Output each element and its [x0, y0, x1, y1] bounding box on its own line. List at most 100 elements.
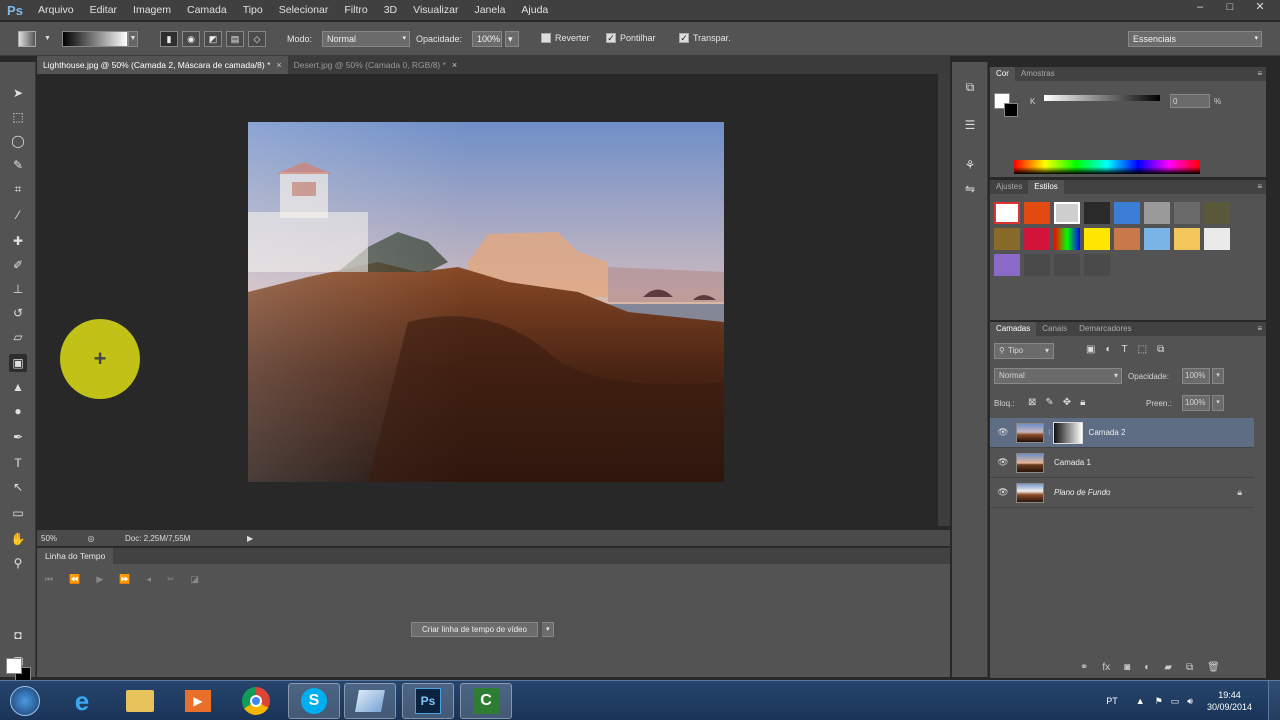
- chevron-down-icon[interactable]: ▾: [541, 622, 555, 637]
- tab-amostras[interactable]: Amostras: [1015, 67, 1061, 81]
- brush-presets-icon[interactable]: ⚘: [962, 158, 978, 174]
- create-video-timeline-button[interactable]: Criar linha de tempo de vídeo: [411, 622, 538, 637]
- lock-position-icon[interactable]: ✥: [1063, 397, 1071, 408]
- eyedropper-tool-icon[interactable]: ⁄: [9, 206, 27, 224]
- timeline-tab[interactable]: Linha do Tempo: [37, 548, 114, 564]
- photoshop-icon[interactable]: Ps: [402, 683, 454, 719]
- menu-imagem[interactable]: Imagem: [125, 0, 179, 20]
- gradient-dropdown[interactable]: ▼: [128, 31, 138, 47]
- tab-ajustes[interactable]: Ajustes: [990, 180, 1028, 194]
- style-swatch[interactable]: [1024, 202, 1050, 224]
- move-tool-icon[interactable]: ➤: [9, 84, 27, 102]
- type-tool-icon[interactable]: T: [9, 454, 27, 472]
- panel-menu-icon[interactable]: ≡: [1257, 182, 1262, 191]
- network-icon[interactable]: ▭: [1171, 696, 1180, 707]
- eraser-tool-icon[interactable]: ▱: [9, 328, 27, 346]
- play-icon[interactable]: ▶: [96, 574, 103, 585]
- clone-stamp-tool-icon[interactable]: ⊥: [9, 280, 27, 298]
- channel-slider[interactable]: [1044, 95, 1160, 101]
- workspace-select[interactable]: Essenciais ▾: [1128, 31, 1262, 47]
- panel-menu-icon[interactable]: ≡: [1257, 69, 1262, 78]
- fill-dropdown[interactable]: ▾: [1212, 395, 1224, 411]
- channel-value-input[interactable]: 0: [1170, 94, 1210, 108]
- layer-row-plano-de-fundo[interactable]: 👁︎ Plano de Fundo 🔒︎: [990, 478, 1254, 508]
- tab-lighthouse[interactable]: Lighthouse.jpg @ 50% (Camada 2, Máscara …: [37, 56, 288, 74]
- style-swatch[interactable]: [1144, 202, 1170, 224]
- clock[interactable]: 19:44 30/09/2014: [1207, 689, 1252, 713]
- brush-tool-icon[interactable]: ✐: [9, 256, 27, 274]
- share-icon[interactable]: ◎: [83, 534, 99, 543]
- tab-cor[interactable]: Cor: [990, 67, 1015, 81]
- show-desktop-button[interactable]: [1268, 681, 1280, 720]
- crop-tool-icon[interactable]: ⌗: [9, 180, 27, 198]
- type-filter-icon[interactable]: T: [1122, 344, 1128, 355]
- radial-gradient-icon[interactable]: ◉: [182, 31, 200, 47]
- tab-demarcadores[interactable]: Demarcadores: [1073, 322, 1137, 336]
- blur-tool-icon[interactable]: ▲: [9, 378, 27, 396]
- menu-tipo[interactable]: Tipo: [235, 0, 271, 20]
- gradient-tool-icon[interactable]: ▣: [9, 354, 27, 372]
- opacity-dropdown[interactable]: ▾: [1212, 368, 1224, 384]
- dither-checkbox[interactable]: ✓ Pontilhar: [606, 33, 656, 43]
- vertical-scrollbar[interactable]: [938, 74, 950, 526]
- linear-gradient-icon[interactable]: ▮: [160, 31, 178, 47]
- lock-image-icon[interactable]: ✎: [1045, 397, 1053, 408]
- ie-icon[interactable]: e: [56, 683, 108, 719]
- fill-input[interactable]: 100%: [1182, 395, 1210, 411]
- skype-icon[interactable]: S: [288, 683, 340, 719]
- media-player-icon[interactable]: ▶: [172, 683, 224, 719]
- pen-tool-icon[interactable]: ✒: [9, 428, 27, 446]
- opacity-input[interactable]: 100%: [1182, 368, 1210, 384]
- dodge-tool-icon[interactable]: ●: [9, 402, 27, 420]
- new-layer-icon[interactable]: ⧉: [1186, 662, 1193, 673]
- style-swatch[interactable]: [994, 254, 1020, 276]
- first-frame-icon[interactable]: ⏮: [45, 574, 53, 585]
- menu-visualizar[interactable]: Visualizar: [405, 0, 466, 20]
- tab-estilos[interactable]: Estilos: [1028, 180, 1064, 194]
- style-swatch[interactable]: [1144, 228, 1170, 250]
- style-swatch[interactable]: [1114, 202, 1140, 224]
- close-window-button[interactable]: ✕: [1252, 0, 1268, 14]
- adjustment-filter-icon[interactable]: ◐: [1105, 344, 1111, 355]
- chrome-icon[interactable]: [230, 683, 282, 719]
- layer-row-camada-1[interactable]: 👁︎ Camada 1: [990, 448, 1254, 478]
- gradient-preview[interactable]: [62, 31, 128, 47]
- style-swatch[interactable]: [1174, 202, 1200, 224]
- menu-editar[interactable]: Editar: [82, 0, 125, 20]
- style-swatch[interactable]: [994, 202, 1020, 224]
- style-swatch[interactable]: [1204, 202, 1230, 224]
- history-icon[interactable]: ⧉: [962, 80, 978, 96]
- style-swatch[interactable]: [1024, 228, 1050, 250]
- style-swatch[interactable]: [1084, 228, 1110, 250]
- style-swatch[interactable]: [1084, 254, 1110, 276]
- minimize-button[interactable]: –: [1192, 0, 1208, 14]
- adjustment-layer-icon[interactable]: ◐: [1144, 662, 1150, 673]
- hand-tool-icon[interactable]: ✋: [9, 530, 27, 548]
- quick-mask-icon[interactable]: ◘: [9, 626, 27, 644]
- eye-icon[interactable]: 👁︎: [990, 427, 1016, 438]
- tab-desert[interactable]: Desert.jpg @ 50% (Camada 0, RGB/8) * ×: [288, 56, 464, 74]
- marquee-tool-icon[interactable]: ⬚: [9, 108, 27, 126]
- healing-brush-tool-icon[interactable]: ✚: [9, 232, 27, 250]
- chevron-down-icon[interactable]: ▼: [44, 35, 51, 42]
- diamond-gradient-icon[interactable]: ◇: [248, 31, 266, 47]
- add-mask-icon[interactable]: ◙: [1124, 662, 1130, 673]
- blend-mode-select[interactable]: Normal ▾: [994, 368, 1122, 384]
- character-icon[interactable]: ⇋: [962, 182, 978, 198]
- foreground-color-swatch[interactable]: [6, 658, 22, 674]
- reflected-gradient-icon[interactable]: ▤: [226, 31, 244, 47]
- link-layers-icon[interactable]: ⚭: [1080, 662, 1088, 673]
- panel-menu-icon[interactable]: ≡: [1257, 324, 1262, 333]
- play-icon[interactable]: ▶: [247, 534, 253, 543]
- opacity-dropdown[interactable]: ▾: [505, 31, 519, 47]
- eye-icon[interactable]: 👁︎: [990, 457, 1016, 468]
- layer-row-camada-2[interactable]: 👁︎ ⁝ Camada 2: [990, 418, 1254, 448]
- style-swatch[interactable]: [1054, 202, 1080, 224]
- style-swatch[interactable]: [1114, 228, 1140, 250]
- pixel-filter-icon[interactable]: ▣: [1086, 344, 1095, 355]
- shape-filter-icon[interactable]: ⬚: [1138, 344, 1147, 355]
- path-selection-tool-icon[interactable]: ↖: [9, 478, 27, 496]
- tool-preset-picker[interactable]: [18, 31, 36, 47]
- action-center-icon[interactable]: ⚑: [1155, 696, 1163, 707]
- lock-transparent-icon[interactable]: ⊠: [1028, 397, 1036, 408]
